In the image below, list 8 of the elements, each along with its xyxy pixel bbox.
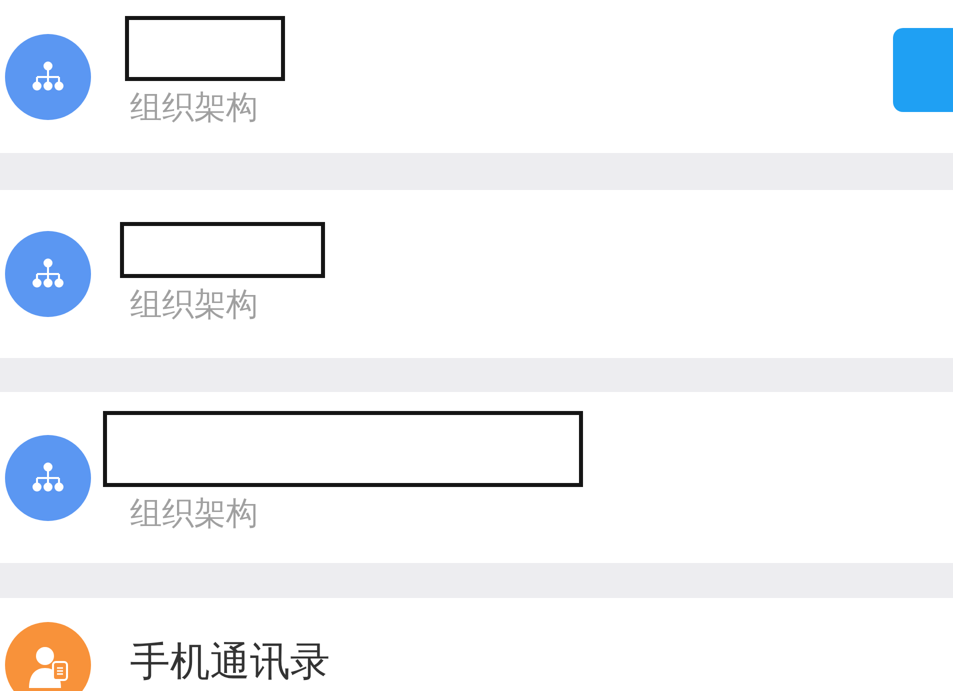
row-title: 手机通讯录 [130, 638, 330, 687]
organization-row[interactable]: 组织架构 [0, 392, 953, 563]
organization-row[interactable]: 组织架构 [0, 190, 953, 358]
row-subtitle: 组织架构 [130, 284, 259, 325]
row-subtitle: 组织架构 [130, 492, 259, 534]
row-subtitle: 组织架构 [130, 87, 259, 128]
organization-row[interactable]: 组织架构 [0, 0, 953, 153]
contacts-row[interactable]: 手机通讯录 [0, 598, 953, 691]
